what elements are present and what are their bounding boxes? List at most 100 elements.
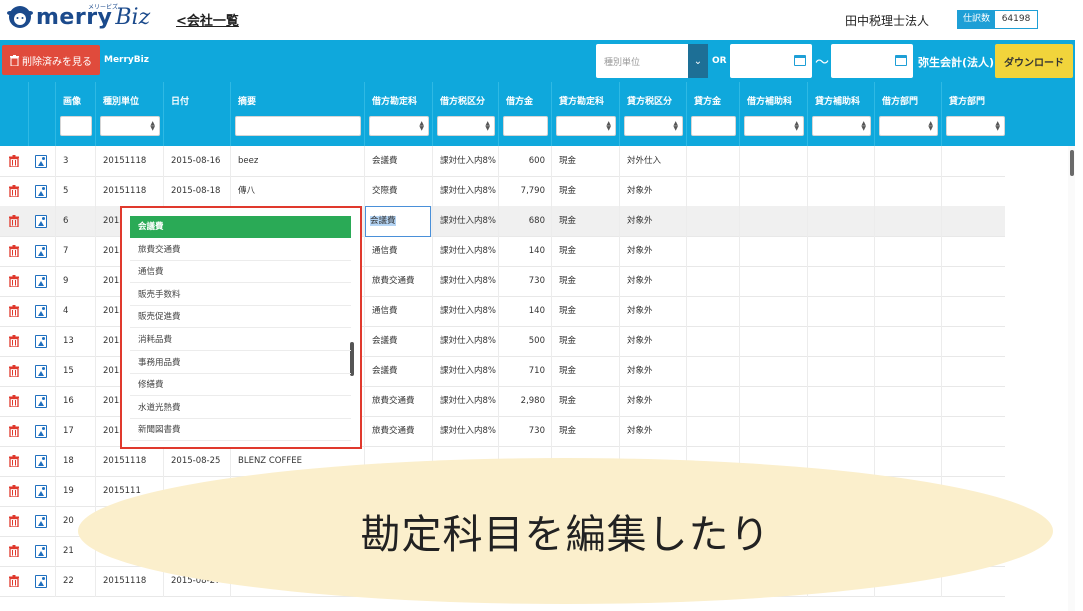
table-cell-id[interactable]: 19	[55, 476, 95, 507]
table-cell-empty[interactable]	[739, 296, 807, 327]
trash-icon[interactable]	[9, 245, 19, 257]
image-icon[interactable]	[35, 575, 47, 588]
table-cell-empty[interactable]	[874, 386, 941, 417]
table-cell-amount[interactable]: 140	[498, 236, 551, 267]
table-cell-empty[interactable]	[739, 236, 807, 267]
table-cell-id[interactable]: 4	[55, 296, 95, 327]
table-cell-empty[interactable]	[686, 146, 739, 177]
table-cell-empty[interactable]	[807, 296, 874, 327]
table-cell-amount[interactable]: 730	[498, 266, 551, 297]
table-cell-credit_tax[interactable]: 対象外	[619, 266, 686, 297]
table-cell-id[interactable]: 15	[55, 356, 95, 387]
table-cell-credit_tax[interactable]: 対象外	[619, 416, 686, 447]
filter-debit-tax-select[interactable]: ▲ ▼	[437, 116, 495, 136]
image-icon[interactable]	[35, 485, 47, 498]
table-cell-empty[interactable]	[941, 356, 1005, 387]
table-cell-empty[interactable]	[807, 236, 874, 267]
view-deleted-button[interactable]: 削除済みを見る	[2, 45, 100, 75]
table-cell-empty[interactable]	[874, 356, 941, 387]
logo[interactable]: merry Biz メリービズ	[6, 4, 150, 30]
table-cell-credit_tax[interactable]: 対象外	[619, 386, 686, 417]
table-cell-empty[interactable]	[686, 176, 739, 207]
table-cell-credit_account[interactable]: 現金	[551, 356, 619, 387]
table-cell-credit_tax[interactable]: 対外仕入	[619, 146, 686, 177]
table-cell-amount[interactable]: 730	[498, 416, 551, 447]
image-icon[interactable]	[35, 335, 47, 348]
table-cell-empty[interactable]	[941, 236, 1005, 267]
image-icon[interactable]	[35, 275, 47, 288]
table-cell-empty[interactable]	[874, 236, 941, 267]
table-cell-empty[interactable]	[807, 176, 874, 207]
table-cell-credit_tax[interactable]: 対象外	[619, 206, 686, 237]
trash-icon[interactable]	[9, 545, 19, 557]
table-scrollbar[interactable]	[1068, 146, 1075, 611]
table-cell-credit_account[interactable]: 現金	[551, 386, 619, 417]
filter-credit-dept-select[interactable]: ▲ ▼	[946, 116, 1005, 136]
table-cell-debit_tax[interactable]: 課対仕入内8%	[432, 146, 498, 177]
account-dropdown[interactable]: 会議費 旅費交通費 通信費 販売手数料 販売促進費 消耗品費 事務用品費 修繕費 水道光熱費 新聞…	[120, 206, 362, 449]
calendar-icon[interactable]	[794, 55, 806, 66]
table-cell-empty[interactable]	[941, 206, 1005, 237]
trash-icon[interactable]	[9, 185, 19, 197]
table-cell-credit_account[interactable]: 現金	[551, 146, 619, 177]
table-cell-debit_tax[interactable]: 課対仕入内8%	[432, 176, 498, 207]
table-cell-empty[interactable]	[941, 176, 1005, 207]
table-cell-id[interactable]: 16	[55, 386, 95, 417]
table-cell-type[interactable]: 20151118	[95, 446, 163, 477]
image-icon[interactable]	[35, 365, 47, 378]
table-cell-empty[interactable]	[941, 266, 1005, 297]
trash-icon[interactable]	[9, 455, 19, 467]
table-cell-credit_account[interactable]: 現金	[551, 176, 619, 207]
dropdown-item[interactable]: 事務用品費	[130, 352, 351, 374]
table-cell-amount[interactable]: 2,980	[498, 386, 551, 417]
table-cell-debit_account[interactable]: 会議費	[364, 326, 432, 357]
filter-summary-input[interactable]	[235, 116, 361, 136]
filter-image-input[interactable]	[60, 116, 92, 136]
table-cell-empty[interactable]	[686, 356, 739, 387]
filter-debit-dept-select[interactable]: ▲ ▼	[879, 116, 938, 136]
table-cell-debit_account[interactable]: 旅費交通費	[364, 416, 432, 447]
table-cell-credit_account[interactable]: 現金	[551, 206, 619, 237]
trash-icon[interactable]	[9, 515, 19, 527]
table-cell-empty[interactable]	[739, 176, 807, 207]
filter-debit-account-select[interactable]: ▲ ▼	[369, 116, 429, 136]
table-cell-empty[interactable]	[739, 326, 807, 357]
table-cell-empty[interactable]	[686, 386, 739, 417]
table-cell-credit_account[interactable]: 現金	[551, 416, 619, 447]
table-cell-empty[interactable]	[686, 206, 739, 237]
trash-icon[interactable]	[9, 335, 19, 347]
table-cell-type[interactable]: 20151118	[95, 176, 163, 207]
table-row[interactable]: 5 20151118 2015-08-18 傳八 交際費 課対仕入内8% 7,790 現金 対象…	[0, 176, 1005, 207]
chevron-down-icon[interactable]: ⌄	[688, 44, 708, 78]
image-icon[interactable]	[35, 305, 47, 318]
image-icon[interactable]	[35, 185, 47, 198]
table-cell-debit_tax[interactable]: 課対仕入内8%	[432, 296, 498, 327]
image-icon[interactable]	[35, 245, 47, 258]
dropdown-item[interactable]: 消耗品費	[130, 329, 351, 351]
table-cell-id[interactable]: 9	[55, 266, 95, 297]
table-cell-date[interactable]: 2015-08-18	[163, 176, 230, 207]
table-scrollbar-thumb[interactable]	[1070, 150, 1074, 176]
dropdown-item[interactable]: 新聞図書費	[130, 419, 351, 442]
table-cell-credit_account[interactable]: 現金	[551, 326, 619, 357]
table-cell-debit_account[interactable]: 会議費	[364, 146, 432, 177]
table-cell-empty[interactable]	[874, 416, 941, 447]
table-cell-empty[interactable]	[941, 416, 1005, 447]
table-cell-summary[interactable]: beez	[230, 146, 364, 177]
filter-credit-sub-select[interactable]: ▲ ▼	[812, 116, 871, 136]
table-cell-type[interactable]: 20151118	[95, 146, 163, 177]
table-cell-empty[interactable]	[941, 446, 1005, 477]
table-cell-id[interactable]: 6	[55, 206, 95, 237]
table-cell-amount[interactable]: 710	[498, 356, 551, 387]
table-cell-credit_tax[interactable]: 対象外	[619, 176, 686, 207]
table-cell-empty[interactable]	[941, 296, 1005, 327]
table-cell-credit_tax[interactable]: 対象外	[619, 296, 686, 327]
table-cell-debit_tax[interactable]: 課対仕入内8%	[432, 266, 498, 297]
table-cell-date[interactable]: 2015-08-16	[163, 146, 230, 177]
type-unit-select[interactable]: 種別単位 ⌄	[596, 44, 708, 78]
table-cell-debit_account[interactable]: 会議費	[364, 356, 432, 387]
dropdown-item[interactable]: 旅費交通費	[130, 239, 351, 261]
table-cell-empty[interactable]	[874, 266, 941, 297]
table-cell-empty[interactable]	[686, 296, 739, 327]
table-cell-empty[interactable]	[739, 146, 807, 177]
